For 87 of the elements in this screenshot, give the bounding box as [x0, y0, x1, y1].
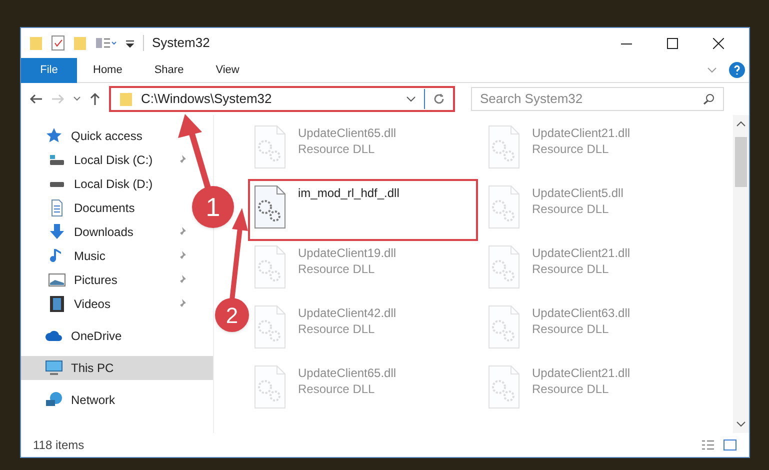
- file-type: Resource DLL: [298, 321, 376, 337]
- star-icon: [45, 127, 63, 145]
- dll-file-icon: [488, 185, 520, 229]
- file-name: im_mod_rl_hdf_.dll: [298, 185, 400, 201]
- file-type: Resource DLL: [298, 261, 376, 277]
- file-name: UpdateClient21.dll: [532, 365, 630, 381]
- window-title: System32: [152, 34, 210, 52]
- file-name: UpdateClient42.dll: [298, 305, 396, 321]
- ribbon-tab[interactable]: File: [21, 58, 77, 82]
- refresh-icon[interactable]: [433, 93, 445, 105]
- file-name: UpdateClient21.dll: [532, 245, 630, 261]
- ribbon-tab[interactable]: View: [200, 58, 256, 82]
- search-field[interactable]: Search System32: [471, 87, 724, 111]
- drive-icon: [48, 180, 66, 188]
- help-icon[interactable]: [729, 62, 745, 78]
- nav-label: Local Disk (D:): [74, 176, 153, 193]
- nav-item[interactable]: Quick access: [21, 124, 213, 148]
- file-type: Resource DLL: [532, 321, 610, 337]
- nav-item[interactable]: This PC: [21, 356, 213, 380]
- properties-icon[interactable]: [51, 35, 65, 51]
- dll-file-icon: [488, 245, 520, 289]
- file-type: Resource DLL: [298, 141, 376, 157]
- nav-label: Pictures: [74, 272, 118, 289]
- file-type: Resource DLL: [532, 381, 610, 397]
- ribbon-tab[interactable]: Share: [138, 58, 200, 82]
- network-icon: [45, 391, 63, 409]
- nav-label: Local Disk (C:): [74, 152, 153, 169]
- chevron-down-icon[interactable]: [406, 94, 416, 104]
- scrollbar-thumb[interactable]: [735, 137, 747, 187]
- file-type: Resource DLL: [532, 141, 610, 157]
- nav-label: Downloads: [74, 224, 134, 241]
- nav-item[interactable]: Local Disk (D:): [21, 172, 189, 196]
- chevron-down-icon[interactable]: [73, 95, 81, 103]
- maximize-icon: [666, 38, 678, 48]
- file-name: UpdateClient63.dll: [532, 305, 630, 321]
- nav-item[interactable]: Music: [21, 244, 189, 268]
- up-arrow-icon[interactable]: [89, 92, 101, 106]
- file-type: Resource DLL: [298, 381, 376, 397]
- file-name: UpdateClient19.dll: [298, 245, 396, 261]
- dll-file-icon: [254, 185, 286, 229]
- item-count: 118 items: [33, 437, 84, 454]
- dll-file-icon: [488, 125, 520, 169]
- dll-file-icon: [254, 125, 286, 169]
- file-type: Resource DLL: [532, 261, 610, 277]
- file-type: Resource DLL: [532, 201, 610, 217]
- tiles-view-icon[interactable]: [723, 439, 737, 451]
- search-input[interactable]: Search System32: [480, 89, 703, 109]
- ribbon-tab[interactable]: Home: [77, 58, 138, 82]
- nav-label: Music: [74, 248, 106, 265]
- nav-label: Videos: [74, 296, 110, 313]
- file-item[interactable]: im_mod_rl_hdf_.dll: [250, 181, 476, 239]
- nav-item[interactable]: Documents: [21, 196, 189, 220]
- file-name: UpdateClient65.dll: [298, 365, 396, 381]
- nav-item[interactable]: Pictures: [21, 268, 189, 292]
- nav-item[interactable]: Videos: [21, 292, 189, 316]
- close-icon: [712, 38, 724, 48]
- nav-item[interactable]: Network: [21, 388, 213, 412]
- nav-label: This PC: [71, 360, 114, 377]
- dll-file-icon: [254, 305, 286, 349]
- nav-label: Network: [71, 392, 116, 409]
- monitor-icon: [45, 359, 63, 377]
- nav-label: Quick access: [71, 128, 142, 145]
- file-name: UpdateClient21.dll: [532, 125, 630, 141]
- dll-file-icon: [254, 245, 286, 289]
- details-view-icon[interactable]: [701, 439, 715, 451]
- folder-icon: [119, 91, 133, 107]
- nav-item[interactable]: OneDrive: [21, 324, 213, 348]
- nav-label: OneDrive: [71, 328, 122, 345]
- download-icon: [48, 223, 66, 241]
- file-name: UpdateClient5.dll: [532, 185, 624, 201]
- back-arrow-icon[interactable]: [29, 93, 43, 105]
- film-icon: [48, 295, 66, 313]
- nav-item[interactable]: Downloads: [21, 220, 189, 244]
- address-bar[interactable]: C:\Windows\System32: [109, 86, 455, 112]
- nav-item[interactable]: Local Disk (C:): [21, 148, 189, 172]
- scroll-up-icon[interactable]: [736, 119, 746, 129]
- dll-file-icon: [488, 305, 520, 349]
- search-icon: [703, 93, 715, 105]
- scrollbar[interactable]: [733, 115, 749, 433]
- scroll-down-icon[interactable]: [736, 419, 746, 429]
- address-path: C:\Windows\System32: [141, 90, 272, 108]
- nav-label: Documents: [74, 200, 135, 217]
- view-menu-icon[interactable]: [95, 35, 117, 51]
- dll-file-icon: [254, 365, 286, 409]
- dll-file-icon: [488, 365, 520, 409]
- file-name: UpdateClient65.dll: [298, 125, 396, 141]
- picture-icon: [48, 271, 66, 289]
